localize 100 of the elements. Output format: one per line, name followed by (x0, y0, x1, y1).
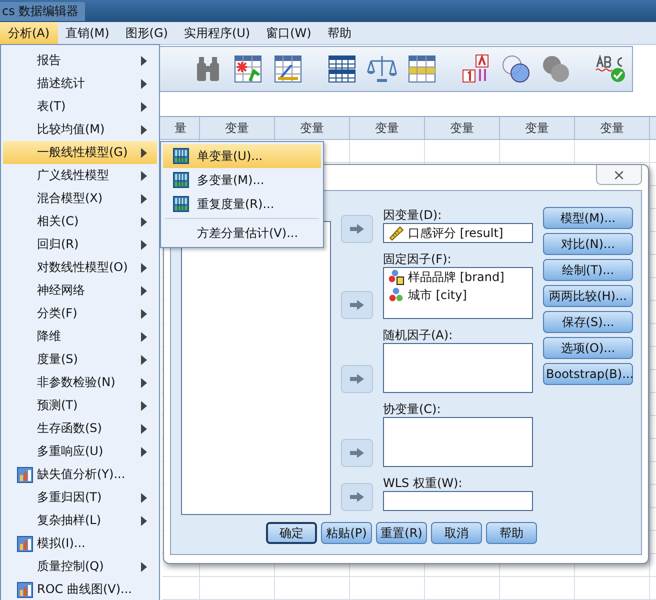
spell-check-icon[interactable] (594, 53, 626, 85)
caret-icon (141, 446, 147, 456)
menu-item[interactable]: 重复度量(R)... (163, 192, 321, 216)
menu-item[interactable]: 回归(R) (3, 233, 157, 256)
menu-item[interactable]: 直销(M) (58, 22, 118, 44)
variable-field[interactable] (383, 417, 533, 467)
variable-field[interactable] (383, 343, 533, 393)
menu-item[interactable]: 预测(T) (3, 394, 157, 417)
column-header[interactable]: 变量 (350, 117, 425, 139)
menu-item[interactable]: 神经网络 (3, 279, 157, 302)
move-button[interactable] (341, 365, 373, 393)
menu-item[interactable]: 模拟(I)... (3, 532, 157, 555)
move-button[interactable] (341, 439, 373, 467)
caret-icon (141, 194, 147, 204)
dialog-button[interactable]: 保存(S)... (543, 311, 633, 333)
dialog-button[interactable]: 取消 (431, 522, 482, 544)
variable-item[interactable]: 口感评分 [result] (408, 224, 504, 242)
nominal-icon (388, 287, 404, 303)
menu-item[interactable]: 实用程序(U) (176, 22, 258, 44)
table-highlight-icon[interactable] (406, 53, 438, 85)
dialog-button[interactable]: 确定 (266, 522, 317, 544)
table-star-icon[interactable] (232, 53, 264, 85)
column-header[interactable]: 变量 (275, 117, 350, 139)
table-ruler-icon[interactable] (272, 53, 304, 85)
menu-item[interactable]: 方差分量估计(V)... (163, 221, 321, 245)
menu-item[interactable]: 分类(F) (3, 302, 157, 325)
caret-icon (141, 516, 147, 526)
caret-icon (141, 170, 147, 180)
menu-item[interactable]: 帮助 (319, 22, 360, 44)
menu-item[interactable]: 质量控制(Q) (3, 555, 157, 578)
menu-item[interactable]: 描述统计 (3, 72, 157, 95)
variable-field[interactable] (383, 491, 533, 511)
column-header[interactable]: 变量 (425, 117, 500, 139)
caret-icon (141, 124, 147, 134)
menu-item[interactable]: 报告 (3, 49, 157, 72)
dialog-button[interactable]: Bootstrap(B)... (543, 363, 633, 385)
dialog-button[interactable]: 对比(N)... (543, 233, 633, 255)
caret-icon (141, 78, 147, 88)
dialog-button[interactable]: 重置(R) (376, 522, 427, 544)
variable-item[interactable]: 城市 [city] (408, 286, 467, 304)
column-header[interactable]: 量 (162, 117, 200, 139)
variable-field[interactable]: 样品品牌 [brand] 城市 [city] (383, 267, 533, 319)
caret-icon (141, 286, 147, 296)
menu-item[interactable]: 非参数检验(N) (3, 371, 157, 394)
menu-item[interactable]: 生存函数(S) (3, 417, 157, 440)
menu-item[interactable]: 相关(C) (3, 210, 157, 233)
caret-icon (141, 148, 147, 158)
split-table-icon[interactable] (326, 53, 358, 85)
menu-item[interactable]: 复杂抽样(L) (3, 509, 157, 532)
caret-icon (141, 332, 147, 342)
menu-item[interactable]: 比较均值(M) (3, 118, 157, 141)
field-label: WLS 权重(W): (383, 475, 464, 491)
menu-item[interactable]: 缺失值分析(Y)... (3, 463, 157, 486)
move-button[interactable] (341, 483, 373, 511)
menu-item[interactable]: 混合模型(X) (3, 187, 157, 210)
menu-item[interactable]: 分析(A) (0, 22, 58, 44)
column-header[interactable]: 变量 (200, 117, 275, 139)
column-header[interactable]: 变量 (500, 117, 575, 139)
menu-item[interactable]: 多变量(M)... (163, 168, 321, 192)
variable-list[interactable] (181, 221, 331, 515)
menu-item[interactable]: 广义线性模型 (3, 164, 157, 187)
caret-icon (141, 102, 147, 112)
menu-item[interactable]: 图形(G) (117, 22, 176, 44)
ruler-icon (388, 225, 404, 241)
scales-icon[interactable] (366, 53, 398, 85)
grid-icon (173, 196, 189, 212)
menu-item[interactable]: 多重响应(U) (3, 440, 157, 463)
dialog-button[interactable]: 帮助 (486, 522, 537, 544)
close-button[interactable]: × (596, 165, 642, 185)
grid-icon (173, 148, 189, 164)
menu-item[interactable]: ROC 曲线图(V)... (3, 578, 157, 600)
menu-item[interactable]: 一般线性模型(G) (3, 141, 157, 164)
caret-icon (141, 378, 147, 388)
move-button[interactable] (341, 291, 373, 319)
move-button[interactable] (341, 215, 373, 243)
arrow-icon (349, 373, 365, 385)
caret-icon (141, 262, 147, 272)
dialog-button[interactable]: 两两比较(H)... (543, 285, 633, 307)
dialog-button[interactable]: 选项(O)... (543, 337, 633, 359)
caret-icon (141, 562, 147, 572)
variable-item[interactable]: 样品品牌 [brand] (408, 268, 504, 286)
dialog-button[interactable]: 粘贴(P) (321, 522, 372, 544)
menu-item[interactable]: 表(T) (3, 95, 157, 118)
caret-icon (141, 308, 147, 318)
dialog-button[interactable]: 模型(M)... (543, 207, 633, 229)
menu-item[interactable]: 对数线性模型(O) (3, 256, 157, 279)
dialog-button[interactable]: 绘制(T)... (543, 259, 633, 281)
menu-item[interactable]: 度量(S) (3, 348, 157, 371)
arrow-icon (349, 447, 365, 459)
window-title: cs 数据编辑器 (0, 2, 85, 20)
caret-icon (141, 56, 147, 66)
circles-icon[interactable] (500, 53, 532, 85)
menu-item[interactable]: 降维 (3, 325, 157, 348)
variable-field[interactable]: 口感评分 [result] (383, 223, 533, 243)
arrow-icon (349, 299, 365, 311)
arrow-icon (349, 223, 365, 235)
menu-item[interactable]: 窗口(W) (258, 22, 320, 44)
menu-item[interactable]: 单变量(U)... (163, 144, 321, 168)
column-header[interactable]: 变量 (575, 117, 650, 139)
menu-item[interactable]: 多重归因(T) (3, 486, 157, 509)
